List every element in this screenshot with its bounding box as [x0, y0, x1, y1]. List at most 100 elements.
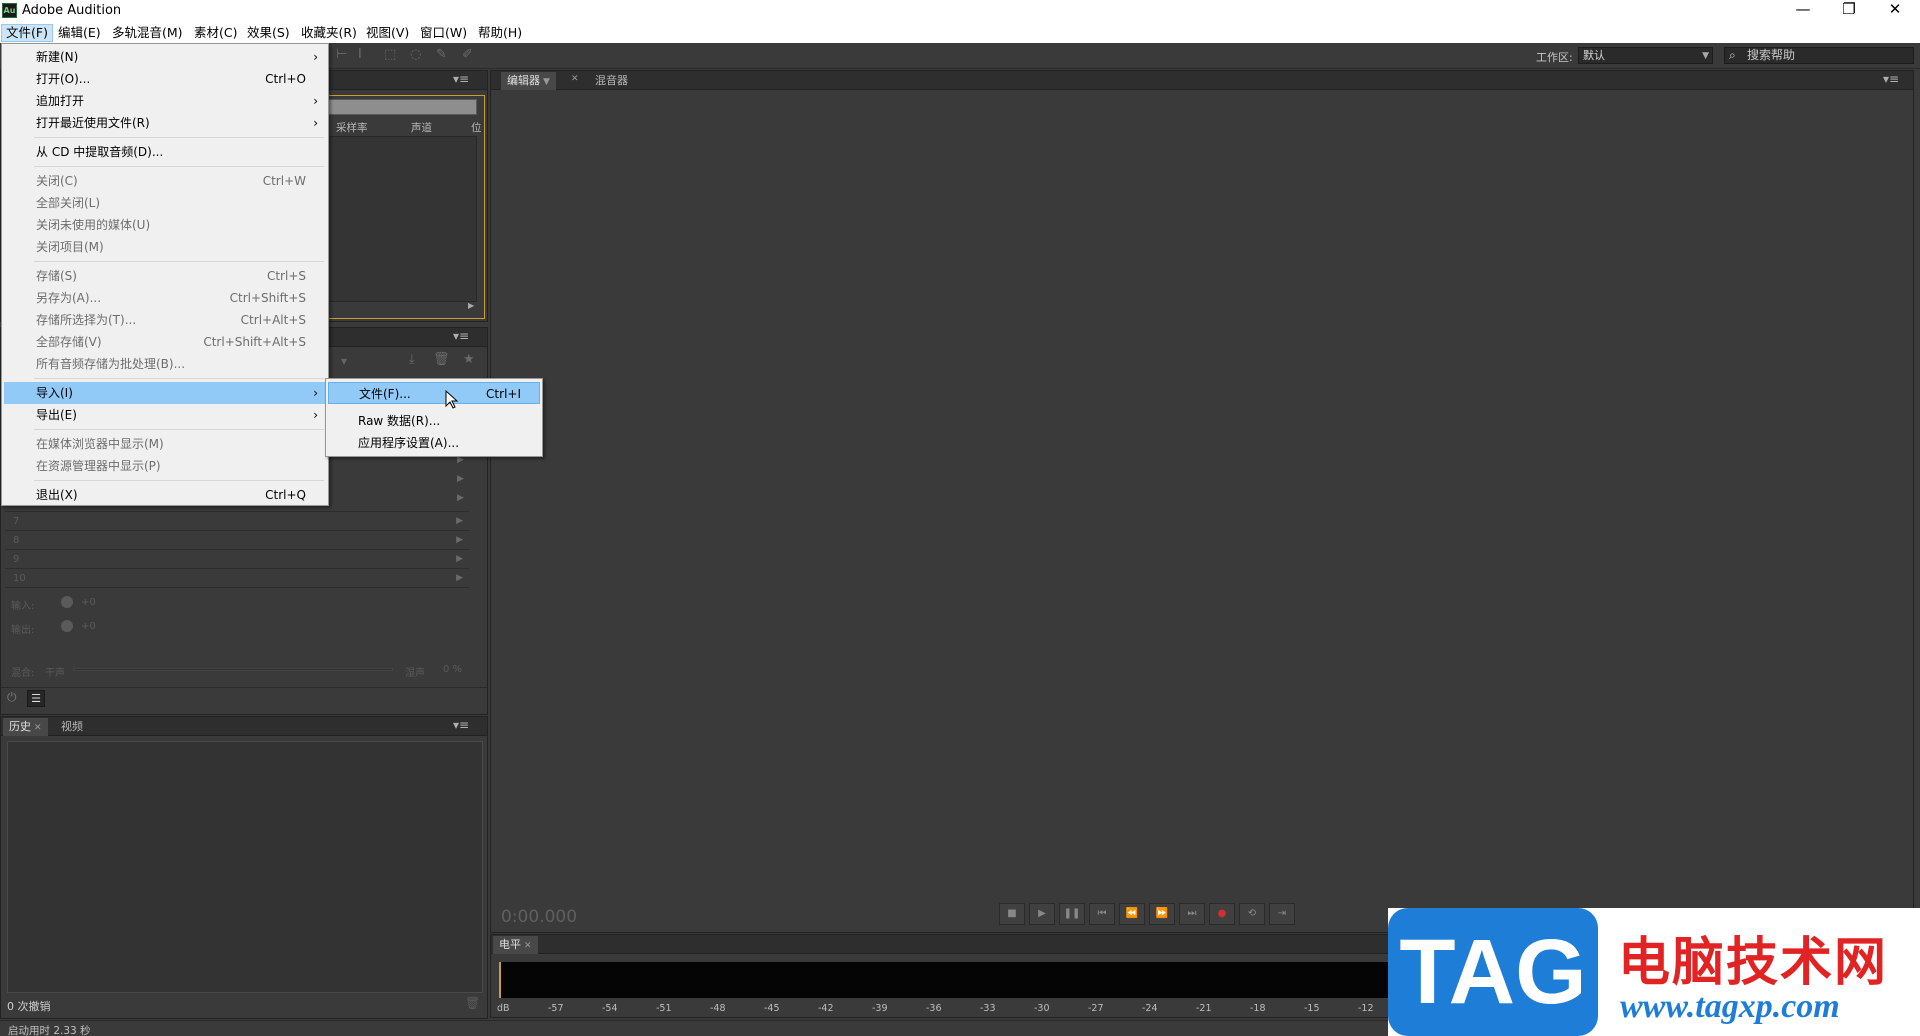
menu-item-label: 打开(O)...: [36, 72, 91, 86]
menu-item-new[interactable]: 新建(N) ›: [4, 46, 326, 68]
watermark-logo: TAG 电脑技术网 www.tagxp.com: [1388, 908, 1920, 1036]
lasso-tool-icon[interactable]: ◌: [410, 47, 421, 62]
panel-menu-icon[interactable]: ▾≡: [453, 72, 469, 86]
go-to-end-button[interactable]: ⏭: [1179, 903, 1205, 925]
watermark-site-name: 电脑技术网: [1618, 933, 1889, 993]
favorite-star-icon[interactable]: ★: [463, 352, 475, 367]
output-knob[interactable]: [61, 620, 73, 632]
brush-tool-icon[interactable]: ✎: [436, 47, 447, 62]
slot-number: 10: [13, 573, 26, 584]
save-preset-icon[interactable]: ⤓: [409, 352, 415, 367]
close-button[interactable]: ✕: [1872, 0, 1918, 22]
record-button[interactable]: ●: [1209, 903, 1235, 925]
menu-edit[interactable]: 编辑(E): [54, 24, 105, 42]
menu-item-label: 关闭未使用的媒体(U): [36, 218, 151, 232]
output-value: +0: [81, 621, 96, 632]
fast-forward-button[interactable]: ⏩: [1149, 903, 1175, 925]
tab-editor[interactable]: 编辑器 ▼: [501, 72, 556, 90]
effect-slot[interactable]: 10 ▶: [5, 568, 469, 587]
skip-button[interactable]: ⇥: [1269, 903, 1295, 925]
input-knob[interactable]: [61, 596, 73, 608]
menu-item-label: 追加打开: [36, 94, 85, 108]
delete-preset-icon[interactable]: 🗑: [433, 352, 450, 367]
menu-file[interactable]: 文件(F): [1, 24, 53, 42]
trash-icon[interactable]: 🗑: [465, 996, 480, 1010]
menu-separator: [34, 261, 324, 262]
db-tick: -42: [818, 1003, 834, 1014]
menu-item-label: 新建(N): [36, 50, 79, 64]
ibeam-tool-icon[interactable]: I: [358, 47, 362, 62]
menu-multitrack[interactable]: 多轨混音(M): [108, 24, 187, 42]
effect-slot[interactable]: 7 ▶: [5, 511, 469, 530]
timecode: 0:00.000: [501, 907, 578, 927]
menu-favorites[interactable]: 收藏夹(R): [297, 24, 361, 42]
search-help-input[interactable]: ⌕ 搜索帮助: [1724, 47, 1914, 64]
menu-item-label: 全部存储(V): [36, 335, 102, 349]
chevron-down-icon[interactable]: ▾: [341, 354, 347, 368]
column-channels[interactable]: 声道: [411, 120, 432, 136]
menu-item-save: 存储(S) Ctrl+S: [4, 265, 326, 287]
close-icon[interactable]: ✕: [34, 723, 42, 733]
db-tick: -39: [872, 1003, 888, 1014]
menu-item-shortcut: Ctrl+W: [262, 174, 306, 188]
menu-help[interactable]: 帮助(H): [474, 24, 526, 42]
menu-clip[interactable]: 素材(C): [190, 24, 241, 42]
menu-effects[interactable]: 效果(S): [243, 24, 294, 42]
menu-item-extract-cd[interactable]: 从 CD 中提取音频(D)...: [4, 141, 326, 163]
menu-item-append-open[interactable]: 追加打开 ›: [4, 90, 326, 112]
menu-item-import[interactable]: 导入(I) ›: [4, 382, 326, 404]
panel-menu-icon[interactable]: ▾≡: [453, 718, 469, 732]
panel-menu-icon[interactable]: ▾≡: [1883, 72, 1899, 86]
menu-item-shortcut: Ctrl+I: [486, 387, 521, 401]
chevron-down-icon[interactable]: ▼: [543, 77, 550, 87]
menu-item-import-file[interactable]: 文件(F)... Ctrl+I: [328, 382, 540, 404]
app-icon: Au: [2, 3, 17, 18]
play-button[interactable]: ▶: [1029, 903, 1055, 925]
pause-button[interactable]: ❚❚: [1059, 903, 1085, 925]
menu-item-shortcut: Ctrl+O: [265, 72, 306, 86]
minimize-button[interactable]: —: [1780, 0, 1826, 22]
db-tick: -24: [1142, 1003, 1158, 1014]
workspace-select[interactable]: 默认 ▼: [1578, 47, 1713, 64]
slot-arrow-icon[interactable]: ▶: [457, 493, 464, 503]
menu-item-export[interactable]: 导出(E) ›: [4, 404, 326, 426]
menu-item-label: 所有音频存储为批处理(B)...: [36, 357, 186, 371]
effect-slot[interactable]: 9 ▶: [5, 549, 469, 568]
list-view-icon[interactable]: ☰: [27, 690, 45, 707]
maximize-button[interactable]: ❐: [1826, 0, 1872, 22]
tab-video[interactable]: 视频: [55, 718, 89, 736]
menu-item-close: 关闭(C) Ctrl+W: [4, 170, 326, 192]
power-icon[interactable]: ⏻: [7, 690, 17, 705]
history-list[interactable]: [7, 741, 483, 993]
mix-slider[interactable]: [73, 668, 393, 671]
menu-window[interactable]: 窗口(W): [416, 24, 471, 42]
effect-slot[interactable]: 8 ▶: [5, 530, 469, 549]
close-icon[interactable]: ✕: [524, 941, 532, 951]
stop-button[interactable]: ■: [999, 903, 1025, 925]
loop-button[interactable]: ⟲: [1239, 903, 1265, 925]
slot-arrow-icon[interactable]: ▶: [457, 474, 464, 484]
column-bits[interactable]: 位: [471, 120, 482, 136]
close-icon[interactable]: ✕: [571, 74, 579, 84]
marquee-tool-icon[interactable]: ⬚: [384, 47, 396, 62]
panel-menu-icon[interactable]: ▾≡: [453, 329, 469, 343]
menu-item-open[interactable]: 打开(O)... Ctrl+O: [4, 68, 326, 90]
menu-bar: 文件(F) 编辑(E) 多轨混音(M) 素材(C) 效果(S) 收藏夹(R) 视…: [0, 22, 1920, 43]
tab-history[interactable]: 历史 ✕: [3, 718, 48, 736]
menu-item-label: 导出(E): [36, 408, 77, 422]
heal-tool-icon[interactable]: ✐: [462, 47, 473, 62]
column-sample-rate[interactable]: 采样率: [336, 120, 368, 136]
menu-item-open-recent[interactable]: 打开最近使用文件(R) ›: [4, 112, 326, 134]
tab-levels[interactable]: 电平 ✕: [493, 936, 538, 954]
menu-item-import-raw[interactable]: Raw 数据(R)...: [328, 410, 540, 432]
rewind-button[interactable]: ⏪: [1119, 903, 1145, 925]
menu-view[interactable]: 视图(V): [362, 24, 413, 42]
go-to-start-button[interactable]: ⏮: [1089, 903, 1115, 925]
tab-mixer[interactable]: 混音器: [589, 72, 634, 90]
menu-item-import-app-settings[interactable]: 应用程序设置(A)...: [328, 432, 540, 454]
time-selection-tool-icon[interactable]: ⊢: [336, 47, 347, 62]
scroll-right-icon[interactable]: ▶: [468, 301, 474, 310]
menu-item-exit[interactable]: 退出(X) Ctrl+Q: [4, 484, 326, 506]
mix-percent: 0 %: [443, 664, 463, 675]
menu-item-label: 应用程序设置(A)...: [358, 436, 460, 450]
